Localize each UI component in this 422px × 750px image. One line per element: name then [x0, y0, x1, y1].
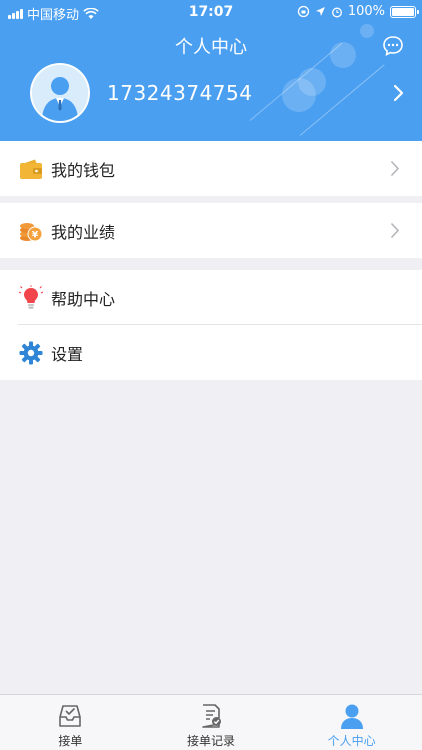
coins-icon: ¥ [18, 218, 44, 244]
menu-item-settings[interactable]: 设置 [0, 325, 422, 380]
chevron-right-icon [390, 222, 400, 239]
tab-label: 个人中心 [327, 734, 376, 748]
lightbulb-icon [18, 285, 44, 311]
tab-records[interactable]: 接单记录 [141, 695, 282, 750]
gear-icon [18, 340, 44, 366]
battery-icon [390, 5, 419, 18]
profile-header: 中国移动 17:07 100% 个人中心 17324374754 [0, 0, 422, 141]
battery-percent: 100% [347, 4, 385, 19]
menu-item-label: 帮助中心 [51, 289, 116, 309]
page-title: 个人中心 [175, 37, 247, 58]
svg-text:¥: ¥ [32, 230, 39, 240]
status-bar: 中国移动 17:07 100% [0, 0, 422, 24]
menu-item-label: 我的业绩 [51, 222, 116, 242]
chevron-right-icon [390, 160, 400, 177]
support-group: 帮助中心 设置 [0, 270, 422, 380]
person-icon [340, 704, 363, 729]
menu-item-performance[interactable]: ¥ 我的业绩 [0, 203, 422, 258]
tab-label: 接单记录 [187, 734, 236, 748]
user-avatar-icon[interactable] [30, 63, 90, 123]
menu-item-wallet[interactable]: 我的钱包 [0, 141, 422, 196]
tab-orders[interactable]: 接单 [0, 695, 141, 750]
rotation-lock-icon [297, 5, 309, 18]
location-icon [315, 7, 325, 16]
chat-bubble-icon[interactable] [382, 35, 404, 57]
chevron-right-icon[interactable] [392, 82, 406, 104]
wallet-icon [18, 156, 44, 182]
menu-item-label: 我的钱包 [51, 160, 116, 180]
alarm-icon [331, 7, 342, 17]
tab-label: 接单 [58, 734, 83, 748]
document-check-icon [202, 704, 221, 728]
tab-profile[interactable]: 个人中心 [281, 695, 422, 750]
inbox-icon [59, 705, 82, 727]
bottom-tab-bar: 接单 接单记录 个人中心 [0, 694, 422, 750]
user-phone: 17324374754 [107, 81, 253, 105]
wallet-group: 我的钱包 [0, 141, 422, 196]
performance-group: ¥ 我的业绩 [0, 203, 422, 258]
menu-item-help[interactable]: 帮助中心 [0, 270, 422, 325]
profile-row[interactable]: 17324374754 [0, 60, 422, 130]
menu-item-label: 设置 [51, 344, 84, 364]
